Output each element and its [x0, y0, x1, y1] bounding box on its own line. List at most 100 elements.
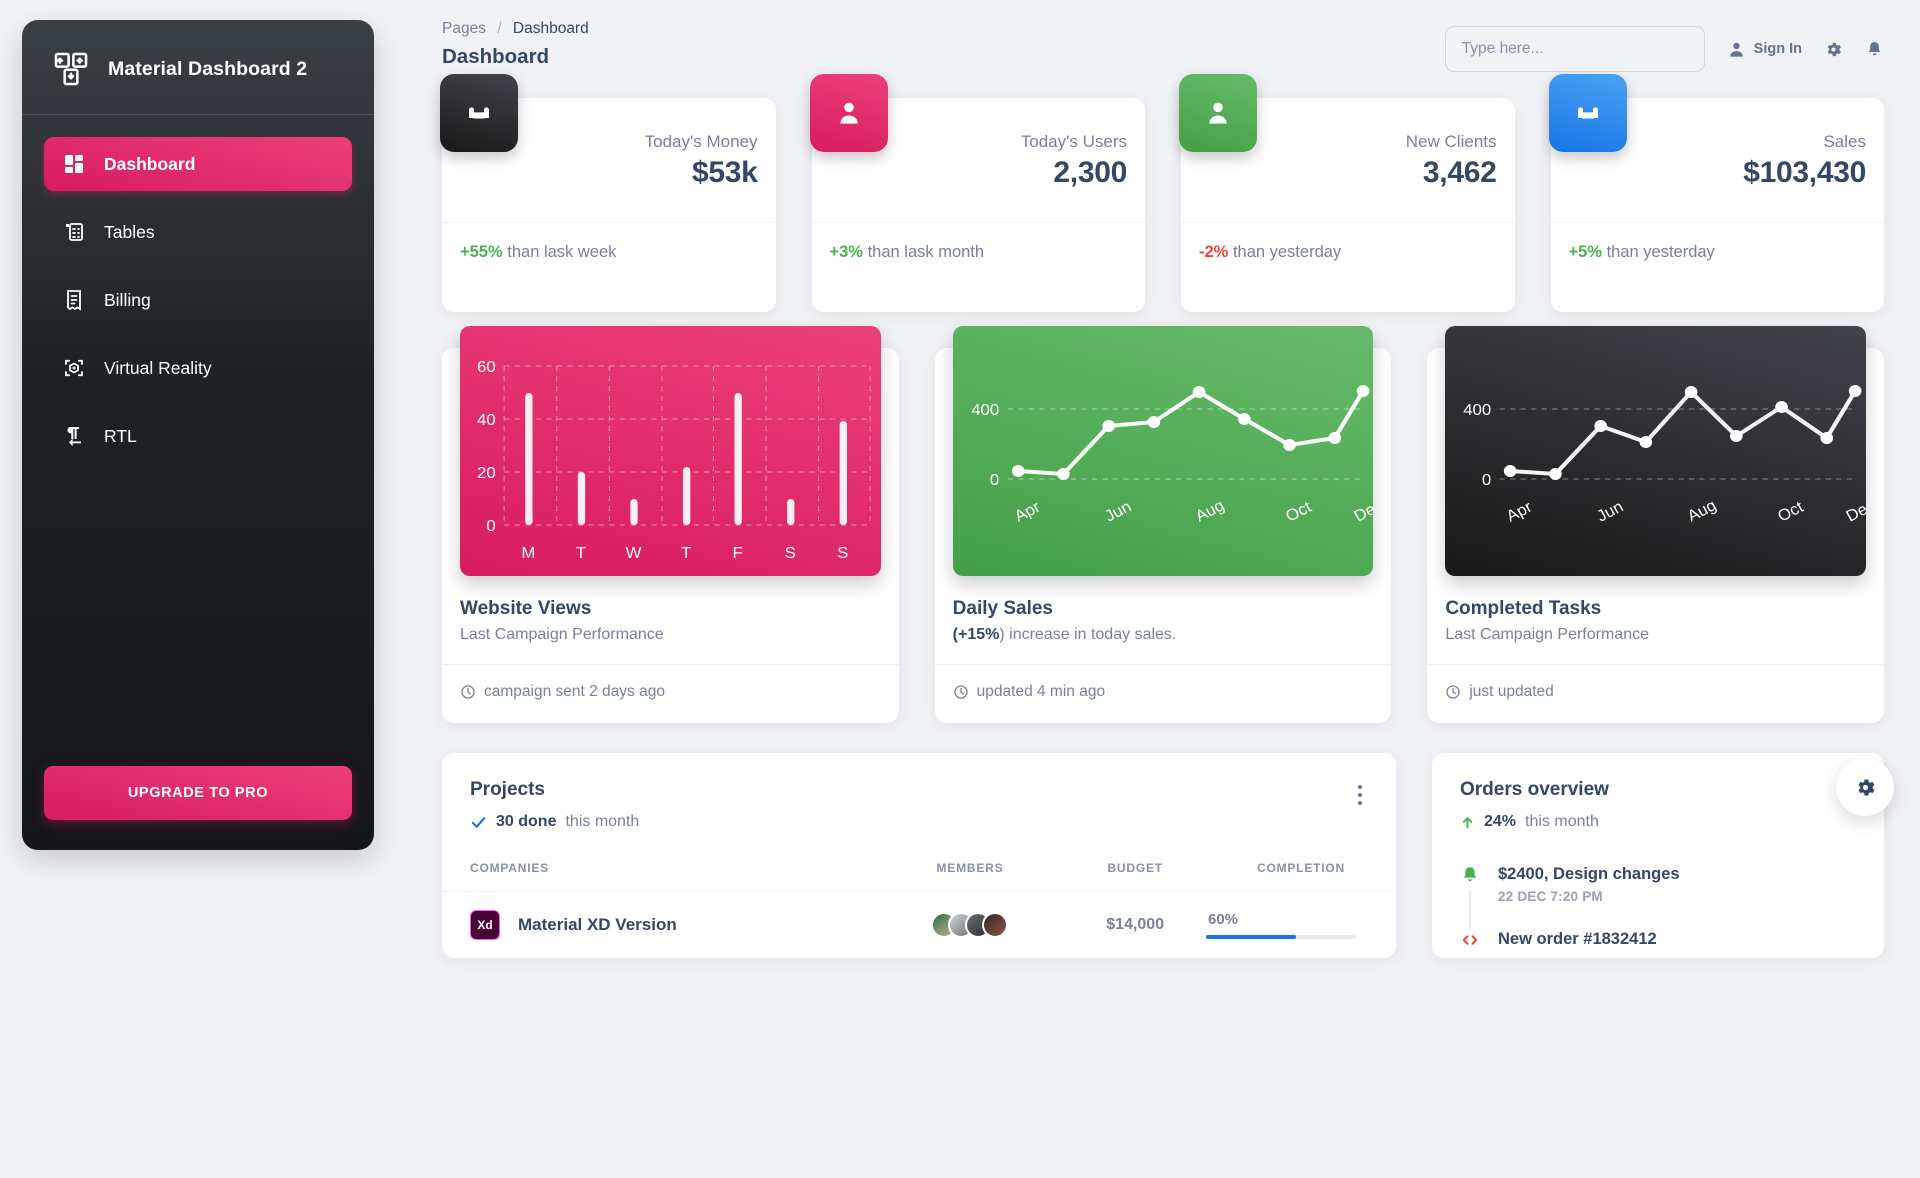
user-icon [1729, 42, 1743, 57]
projects-menu-button[interactable] [1348, 779, 1368, 815]
projects-summary: 30 done this month [470, 813, 639, 831]
orders-timeline: $2400, Design changes 22 DEC 7:20 PM New… [1432, 831, 1884, 950]
stat-footer: +3% than lask month [811, 222, 1145, 262]
bell-icon[interactable] [1865, 40, 1884, 59]
orders-panel: Orders overview 24% this month $2400, De… [1432, 753, 1884, 958]
breadcrumb-root[interactable]: Pages [442, 20, 486, 37]
chart-footer-text: just updated [1469, 683, 1554, 700]
projects-table: COMPANIES MEMBERS BUDGET COMPLETION Xd M… [442, 861, 1396, 958]
sidebar-item-billing[interactable]: Billing [44, 273, 352, 327]
topbar-left: Pages / Dashboard Dashboard [442, 20, 589, 69]
svg-text:Apr: Apr [1504, 498, 1536, 525]
chart-title: Daily Sales [952, 598, 1053, 619]
timeline-item[interactable]: New order #1832412 [1460, 930, 1856, 950]
sidebar-item-label: Dashboard [104, 153, 196, 174]
bell-icon [1460, 865, 1480, 885]
clock-icon [953, 685, 968, 699]
sidebar-item-dashboard[interactable]: Dashboard [44, 137, 352, 191]
line-chart-svg: 400 0 Apr Jun Aug Oct Dec [971, 385, 1373, 525]
stat-value: $53k [691, 156, 758, 189]
sidebar-item-label: Billing [104, 289, 151, 310]
orders-header-text: Orders overview 24% this month [1460, 779, 1609, 831]
gear-icon[interactable] [1824, 40, 1843, 59]
sidebar-item-tables[interactable]: Tables [44, 205, 352, 259]
svg-text:F: F [732, 544, 742, 562]
line-chart-daily-sales: 400 0 Apr Jun Aug Oct Dec [952, 326, 1374, 576]
stat-caption: than lask month [867, 243, 985, 261]
sidebar-item-virtual-reality[interactable]: Virtual Reality [44, 341, 352, 395]
column-completion: COMPLETION [1205, 861, 1396, 892]
rtl-icon [67, 427, 81, 447]
stat-card: Today's Money $53k +55% than lask week [440, 74, 776, 312]
chart-card-website-views: 60 40 20 0 M T W T F S S Website Views Last Ca… [442, 326, 899, 723]
stat-value: 2,300 [1053, 156, 1127, 189]
chart-subtitle: Last Campaign Performance [1445, 626, 1649, 643]
dot [1358, 785, 1362, 789]
upgrade-section: UPGRADE TO PRO [22, 766, 374, 850]
cell-budget: $14,000 [1106, 916, 1165, 933]
search-input[interactable] [1444, 26, 1705, 72]
stat-delta: +5% [1568, 243, 1602, 261]
completion-label: 60% [1207, 911, 1239, 928]
bottom-row: Projects 30 done this month COMPANIES ME… [442, 753, 1884, 958]
stat-label: Today's Money [644, 132, 758, 151]
svg-text:20: 20 [477, 464, 496, 482]
projects-header: Projects 30 done this month [442, 779, 1396, 831]
cell-completion: 60% [1205, 892, 1396, 959]
svg-text:Oct: Oct [1282, 498, 1314, 525]
chart-title: Completed Tasks [1445, 598, 1602, 619]
person-icon [1179, 74, 1257, 152]
sidebar-nav: Dashboard Tables Billing Virtual Reality… [22, 115, 374, 766]
timeline-item[interactable]: $2400, Design changes 22 DEC 7:20 PM [1460, 865, 1856, 932]
svg-text:M: M [521, 544, 535, 562]
stat-caption: than yesterday [1606, 243, 1715, 261]
upgrade-to-pro-button[interactable]: UPGRADE TO PRO [44, 766, 352, 820]
sign-in-button[interactable]: Sign In [1727, 40, 1802, 59]
table-header-row: COMPANIES MEMBERS BUDGET COMPLETION [442, 861, 1396, 892]
stat-label: New Clients [1405, 132, 1497, 151]
svg-text:S: S [837, 544, 848, 562]
company-name: Material XD Version [518, 915, 677, 934]
line-chart-svg: 400 0 Apr Jun Aug Oct Dec [1464, 385, 1866, 526]
svg-text:0: 0 [486, 517, 495, 535]
avatar [982, 912, 1009, 938]
clock-icon [461, 685, 475, 699]
svg-text:T: T [576, 544, 586, 562]
dot [1358, 801, 1362, 805]
column-budget: BUDGET [1064, 861, 1206, 892]
table-row[interactable]: Xd Material XD Version $14,000 60% [442, 892, 1396, 959]
completion-progress-fill [1205, 935, 1296, 939]
chart-card-daily-sales: 400 0 Apr Jun Aug Oct Dec Daily Sales (+1… [934, 326, 1392, 723]
sidebar: Material Dashboard 2 Dashboard Tables Bi… [22, 20, 374, 850]
stat-card: New Clients 3,462 -2% than yesterday [1179, 74, 1515, 312]
svg-text:S: S [785, 544, 796, 562]
chart-subtitle-rest: ) increase in today sales. [999, 626, 1177, 643]
orders-summary-period: this month [1525, 813, 1599, 830]
projects-title: Projects [470, 779, 545, 800]
sidebar-item-rtl[interactable]: RTL [44, 409, 352, 463]
svg-text:Dec: Dec [1843, 497, 1866, 526]
svg-text:400: 400 [971, 401, 999, 419]
projects-header-text: Projects 30 done this month [470, 779, 639, 831]
brand[interactable]: Material Dashboard 2 [22, 20, 374, 115]
company-cell: Xd Material XD Version [442, 910, 876, 940]
stat-caption: than lask week [507, 243, 617, 261]
timeline-item-title: New order #1832412 [1498, 930, 1657, 948]
svg-text:0: 0 [1482, 471, 1491, 489]
timeline-item-title: $2400, Design changes [1498, 865, 1680, 883]
svg-text:Apr: Apr [1011, 498, 1043, 525]
stat-footer: +55% than lask week [442, 222, 776, 262]
stat-delta: +55% [460, 243, 503, 261]
chart-subtitle: Last Campaign Performance [460, 626, 664, 643]
dashboard-logo-icon [54, 52, 88, 86]
orders-title: Orders overview [1460, 779, 1609, 800]
sidebar-item-label: RTL [104, 425, 137, 446]
settings-fab-button[interactable] [1836, 758, 1894, 816]
timeline-connector [1469, 891, 1471, 932]
cell-company: Xd Material XD Version [442, 892, 876, 959]
chart-card-completed-tasks: 400 0 Apr Jun Aug Oct Dec Completed Tasks… [1427, 326, 1884, 723]
completion-progress-track [1205, 935, 1356, 939]
vr-cube-icon [65, 359, 83, 377]
stat-caption: than yesterday [1232, 243, 1342, 261]
cell-members [876, 892, 1065, 959]
